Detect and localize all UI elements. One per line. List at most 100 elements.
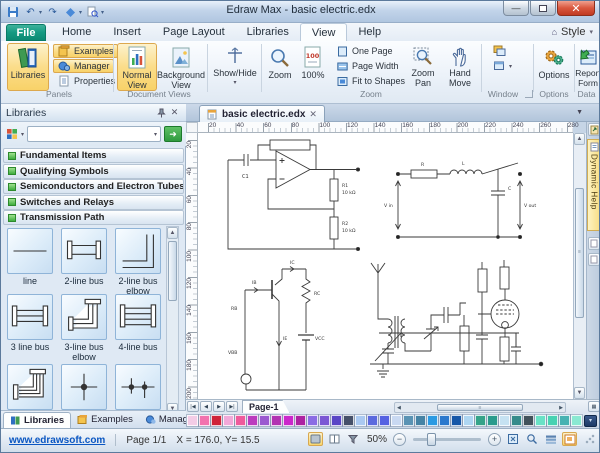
palette-swatch[interactable]: [475, 415, 486, 426]
palette-swatch[interactable]: [535, 415, 546, 426]
zoom-out-icon[interactable]: −: [393, 433, 406, 446]
page-view-mode-icon[interactable]: [327, 432, 342, 446]
close-button[interactable]: ✕: [557, 1, 595, 16]
tab-help[interactable]: Help: [347, 23, 392, 41]
palette-swatch[interactable]: [247, 415, 258, 426]
palette-swatch[interactable]: [187, 415, 198, 426]
palette-swatch[interactable]: [427, 415, 438, 426]
palette-swatch[interactable]: [463, 415, 474, 426]
palette-swatch[interactable]: [439, 415, 450, 426]
page-tab[interactable]: Page-1: [242, 400, 290, 413]
normal-view-mode-icon[interactable]: [308, 432, 323, 446]
library-list-icon[interactable]: [5, 128, 18, 141]
shape-4-line-bus[interactable]: [115, 294, 161, 340]
palette-swatch[interactable]: [391, 415, 402, 426]
palette-swatch[interactable]: [523, 415, 534, 426]
filter-icon[interactable]: [346, 432, 361, 446]
palette-swatch[interactable]: [559, 415, 570, 426]
section-switches-relays[interactable]: Switches and Relays: [3, 195, 184, 210]
zoom-slider-thumb[interactable]: [427, 433, 436, 446]
scroll-right-icon[interactable]: ▶: [559, 405, 563, 411]
tab-libraries[interactable]: Libraries: [236, 23, 300, 41]
palette-more-icon[interactable]: ▾: [584, 415, 597, 427]
close-panel-icon[interactable]: ✕: [168, 106, 181, 119]
palette-swatch[interactable]: [211, 415, 222, 426]
canvas-vscrollbar[interactable]: ▲ ≡ ▼: [573, 133, 586, 399]
scrollbar-thumb[interactable]: [168, 241, 177, 301]
libraries-panel-button[interactable]: Libraries: [7, 43, 49, 91]
zoom-100-button[interactable]: 100 100%: [297, 43, 329, 91]
bottom-tab-libraries[interactable]: Libraries: [3, 412, 71, 428]
bottom-tab-examples[interactable]: Examples: [71, 412, 139, 428]
palette-swatch[interactable]: [487, 415, 498, 426]
shape-grid-scrollbar[interactable]: ▲ ▼: [166, 226, 179, 416]
maximize-button[interactable]: [530, 1, 556, 16]
show-hide-button[interactable]: Show/Hide ▾: [211, 43, 259, 91]
scroll-down-icon[interactable]: ▼: [574, 387, 585, 399]
tab-page-layout[interactable]: Page Layout: [152, 23, 236, 41]
document-tab[interactable]: basic electric.edx ✕: [199, 105, 325, 122]
zoom-slider[interactable]: [413, 438, 481, 441]
combo-dropdown-icon[interactable]: ▾: [154, 131, 160, 138]
file-tab[interactable]: File: [6, 24, 46, 41]
background-view-button[interactable]: Background View: [159, 43, 203, 91]
section-fundamental-items[interactable]: Fundamental Items: [3, 148, 184, 163]
palette-swatch[interactable]: [283, 415, 294, 426]
switch-window-dropdown-icon[interactable]: ▾: [509, 63, 512, 70]
palette-swatch[interactable]: [547, 415, 558, 426]
palette-swatch[interactable]: [223, 415, 234, 426]
style-dropdown-icon[interactable]: ▾: [589, 28, 593, 36]
palette-swatch[interactable]: [319, 415, 330, 426]
shape-2-line-bus[interactable]: [61, 228, 107, 274]
tab-list-dropdown-icon[interactable]: ▼: [576, 109, 583, 116]
library-search-combo[interactable]: ▾: [27, 126, 161, 142]
canvas-vscroll-thumb[interactable]: ≡: [575, 188, 584, 318]
shape-2-line-bus-elbow[interactable]: [115, 228, 161, 274]
task-pane-icon[interactable]: [588, 123, 600, 136]
close-document-icon[interactable]: ✕: [309, 109, 317, 120]
tab-home[interactable]: Home: [51, 23, 102, 41]
pan-window-icon[interactable]: [562, 432, 577, 446]
shape-junction[interactable]: [61, 364, 107, 410]
palette-swatch[interactable]: [343, 415, 354, 426]
section-semiconductors[interactable]: Semiconductors and Electron Tubes: [3, 179, 184, 194]
library-list-dropdown-icon[interactable]: ▾: [21, 131, 24, 138]
zoom-button[interactable]: Zoom: [264, 43, 296, 91]
section-qualifying-symbols[interactable]: Qualifying Symbols: [3, 164, 184, 179]
page-width-button[interactable]: Page Width: [331, 59, 403, 73]
edrawsoft-link[interactable]: www.edrawsoft.com: [9, 435, 105, 446]
overview-icon[interactable]: [543, 432, 558, 446]
fit-to-shapes-button[interactable]: Fit to Shapes: [331, 74, 409, 88]
palette-swatch[interactable]: [571, 415, 582, 426]
shape-3-line-bus-elbow[interactable]: [61, 294, 107, 340]
drawing-page[interactable]: C1 R1 10 kΩ R2 10 kΩ: [198, 133, 573, 399]
resize-grip[interactable]: [585, 434, 595, 444]
window-dialog-launcher-icon[interactable]: [525, 90, 533, 98]
zoom-area-icon[interactable]: [524, 432, 539, 446]
shape-4-line-bus-elbow[interactable]: [7, 364, 53, 410]
palette-swatch[interactable]: [307, 415, 318, 426]
switch-window-button[interactable]: ▾: [488, 59, 516, 73]
new-page-icon[interactable]: ▦: [588, 401, 600, 412]
palette-swatch[interactable]: [403, 415, 414, 426]
palette-swatch[interactable]: [259, 415, 270, 426]
report-form-button[interactable]: Report Form: [576, 43, 600, 91]
palette-swatch[interactable]: [379, 415, 390, 426]
shape-junction-2[interactable]: [115, 364, 161, 410]
show-hide-dropdown-icon[interactable]: ▾: [233, 78, 236, 88]
palette-swatch[interactable]: [499, 415, 510, 426]
scroll-up-icon[interactable]: ▲: [167, 227, 178, 239]
pin-icon[interactable]: [155, 106, 168, 119]
cascade-windows-button[interactable]: [488, 44, 510, 58]
palette-swatch[interactable]: [295, 415, 306, 426]
tab-view[interactable]: View: [300, 23, 348, 41]
palette-swatch[interactable]: [451, 415, 462, 426]
pane-page2-icon[interactable]: [588, 253, 600, 266]
style-button[interactable]: Style: [561, 26, 585, 38]
pane-page-icon[interactable]: [588, 237, 600, 250]
last-page-icon[interactable]: ▶|: [226, 401, 238, 412]
shape-3-line-bus[interactable]: [7, 294, 53, 340]
one-page-button[interactable]: One Page: [331, 44, 397, 58]
canvas-hscroll-thumb[interactable]: ≡: [437, 404, 523, 411]
zoom-pan-button[interactable]: Zoom Pan: [405, 43, 441, 91]
